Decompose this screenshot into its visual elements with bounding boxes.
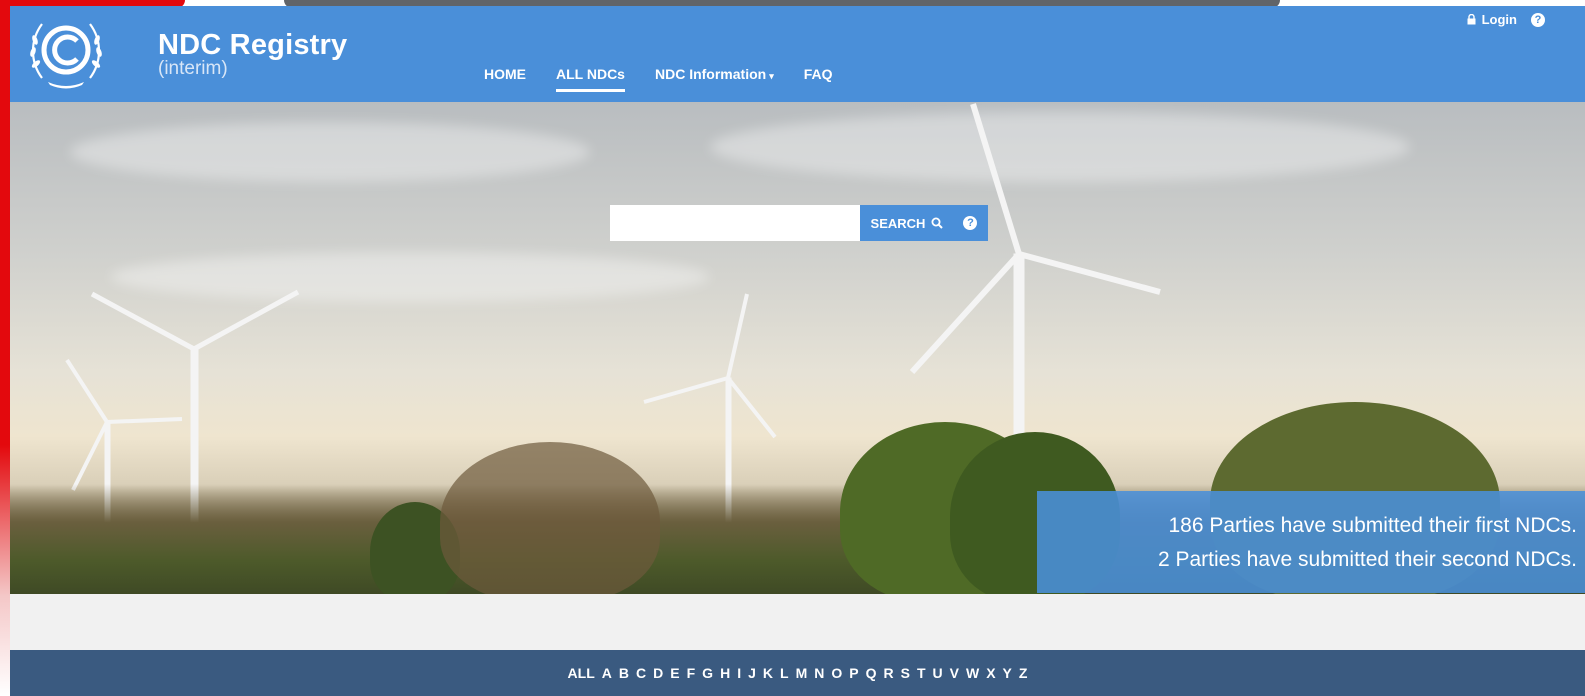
search-bar: SEARCH ? bbox=[610, 205, 988, 241]
site-header: NDC Registry (interim) HOME ALL NDCs NDC… bbox=[10, 6, 1585, 102]
alpha-filter-l[interactable]: L bbox=[780, 665, 789, 681]
search-button[interactable]: SEARCH ? bbox=[860, 205, 988, 241]
alpha-filter-g[interactable]: G bbox=[702, 665, 713, 681]
caret-down-icon: ▾ bbox=[769, 71, 774, 81]
nav-faq[interactable]: FAQ bbox=[804, 66, 833, 92]
brand-title: NDC Registry bbox=[158, 29, 348, 61]
alpha-filter-c[interactable]: C bbox=[636, 665, 646, 681]
help-icon[interactable]: ? bbox=[1531, 12, 1545, 27]
nav-all-ndcs-label: ALL NDCs bbox=[556, 66, 625, 82]
nav-ndc-information-label: NDC Information bbox=[654, 66, 767, 82]
alpha-filter-v[interactable]: V bbox=[950, 665, 959, 681]
tree bbox=[440, 442, 660, 594]
login-area: Login ? bbox=[1467, 12, 1545, 27]
alpha-filter-o[interactable]: O bbox=[831, 665, 842, 681]
search-icon bbox=[931, 217, 944, 229]
login-link[interactable]: Login bbox=[1482, 12, 1517, 27]
alpha-filter-q[interactable]: Q bbox=[866, 665, 877, 681]
brand-subtitle: (interim) bbox=[158, 58, 228, 79]
stats-first-ndcs: 186 Parties have submitted their first N… bbox=[1168, 514, 1578, 537]
nav-faq-label: FAQ bbox=[803, 66, 833, 82]
hero-banner: SEARCH ? 186 Parties have submitted thei… bbox=[10, 102, 1585, 594]
stats-second-ndcs: 2 Parties have submitted their second ND… bbox=[1157, 548, 1577, 571]
alpha-filter-e[interactable]: E bbox=[670, 665, 679, 681]
unfccc-logo[interactable] bbox=[26, 12, 106, 92]
alpha-filter-m[interactable]: M bbox=[796, 665, 808, 681]
search-button-label: SEARCH bbox=[870, 215, 926, 231]
alpha-filter-all[interactable]: ALL bbox=[568, 665, 595, 681]
alpha-filter-y[interactable]: Y bbox=[1003, 665, 1012, 681]
alpha-filter-w[interactable]: W bbox=[966, 665, 979, 681]
alpha-filter-r[interactable]: R bbox=[883, 665, 893, 681]
alpha-filter-n[interactable]: N bbox=[814, 665, 824, 681]
alphabet-filter: ALL A B C D E F G H I J K L M N O P Q R … bbox=[10, 650, 1585, 696]
spacer-band bbox=[10, 594, 1585, 650]
alpha-filter-b[interactable]: B bbox=[619, 665, 629, 681]
alpha-filter-z[interactable]: Z bbox=[1019, 665, 1028, 681]
alpha-filter-f[interactable]: F bbox=[687, 665, 696, 681]
alpha-filter-d[interactable]: D bbox=[653, 665, 663, 681]
nav-home-label: HOME bbox=[484, 66, 526, 82]
search-input[interactable] bbox=[610, 205, 860, 241]
alpha-filter-j[interactable]: J bbox=[748, 665, 756, 681]
search-help-icon[interactable]: ? bbox=[963, 216, 978, 230]
alpha-filter-p[interactable]: P bbox=[849, 665, 858, 681]
alpha-filter-t[interactable]: T bbox=[917, 665, 926, 681]
alpha-filter-x[interactable]: X bbox=[986, 665, 995, 681]
alpha-filter-k[interactable]: K bbox=[763, 665, 773, 681]
nav-ndc-information[interactable]: NDC Information ▾ bbox=[655, 66, 774, 92]
nav-home[interactable]: HOME bbox=[484, 66, 526, 92]
main-nav: HOME ALL NDCs NDC Information ▾ FAQ bbox=[484, 66, 863, 92]
alpha-filter-i[interactable]: I bbox=[737, 665, 741, 681]
nav-all-ndcs[interactable]: ALL NDCs bbox=[556, 66, 625, 92]
lock-icon bbox=[1467, 14, 1476, 25]
submission-stats: 186 Parties have submitted their first N… bbox=[1037, 491, 1585, 593]
alpha-filter-a[interactable]: A bbox=[602, 665, 612, 681]
alpha-filter-s[interactable]: S bbox=[901, 665, 910, 681]
alpha-filter-u[interactable]: U bbox=[933, 665, 943, 681]
brand[interactable]: NDC Registry (interim) bbox=[158, 30, 347, 78]
alpha-filter-h[interactable]: H bbox=[720, 665, 730, 681]
